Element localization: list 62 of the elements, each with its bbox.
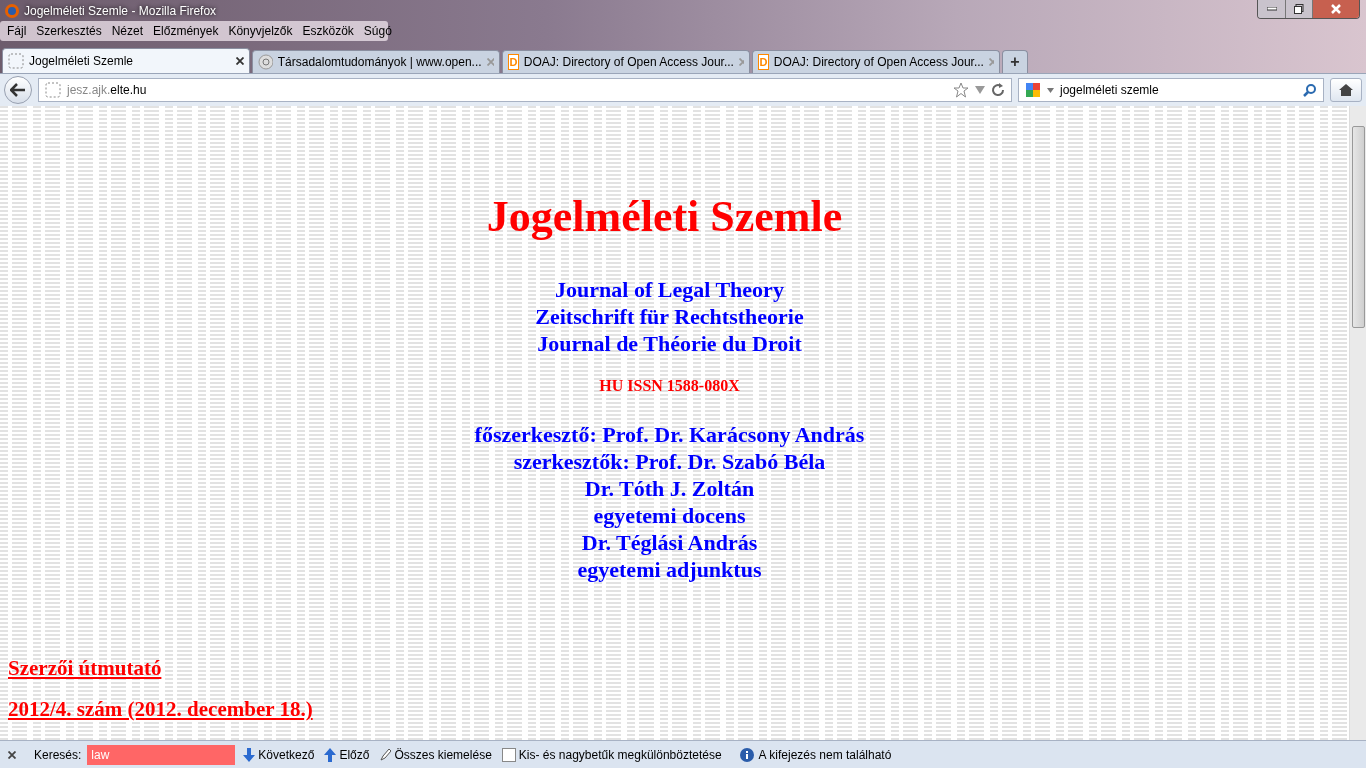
back-arrow-icon [10, 83, 26, 97]
journal-subtitle: Journal de Théorie du Droit [537, 330, 802, 357]
search-field[interactable]: jogelméleti szemle [1018, 78, 1324, 102]
previous-button[interactable]: Előző [322, 747, 372, 762]
dropdown-arrow-icon[interactable] [975, 86, 985, 94]
new-tab-button[interactable]: + [1002, 50, 1028, 73]
pen-icon [379, 747, 392, 762]
reload-icon[interactable] [991, 83, 1005, 97]
editor-line: egyetemi docens [593, 502, 746, 529]
next-button[interactable]: Következő [241, 747, 317, 762]
journal-subtitle: Journal of Legal Theory [555, 276, 784, 303]
close-button[interactable] [1312, 0, 1359, 18]
menu-item[interactable]: Szerkesztés [31, 24, 107, 38]
scrollbar-thumb[interactable] [1351, 126, 1365, 328]
minimize-icon [1266, 7, 1277, 11]
vertical-scrollbar[interactable] [1349, 106, 1366, 740]
menu-item[interactable]: Nézet [106, 24, 149, 38]
page-link[interactable]: 2012/4. szám (2012. december 18.) [8, 697, 313, 722]
editor-line: szerkesztők: Prof. Dr. Szabó Béla [513, 448, 826, 475]
browser-tab[interactable]: Jogelméleti Szemle [2, 48, 250, 73]
down-arrow-icon [243, 747, 256, 762]
menu-item[interactable]: Fájl [2, 24, 32, 38]
back-button[interactable] [4, 76, 32, 104]
address-field[interactable]: jesz.ajk.elte.hu [38, 78, 1012, 102]
firefox-logo-icon [4, 2, 20, 19]
menu-item[interactable]: Eszközök [297, 24, 359, 38]
menu-item[interactable]: Előzmények [148, 24, 224, 38]
find-label: Keresés: [34, 747, 82, 762]
restore-button[interactable] [1285, 0, 1312, 18]
dropdown-arrow-icon[interactable] [1047, 87, 1054, 93]
match-case-checkbox[interactable]: Kis- és nagybetűk megkülönböztetése [499, 747, 724, 762]
up-arrow-icon [324, 747, 337, 762]
home-icon [1338, 83, 1354, 97]
close-find-bar-button[interactable] [6, 750, 18, 759]
browser-tab[interactable]: D DOAJ: Directory of Open Access Jour... [502, 50, 750, 73]
close-icon [1331, 4, 1341, 14]
star-icon[interactable] [953, 82, 969, 98]
page-link[interactable]: Szerzői útmutató [8, 656, 162, 681]
close-icon [8, 750, 16, 759]
browser-tab[interactable]: Társadalomtudományok | www.open... [252, 50, 500, 73]
restore-icon [1294, 4, 1304, 14]
highlight-all-button[interactable]: Összes kiemelése [377, 747, 494, 762]
search-icon[interactable] [1303, 83, 1317, 97]
menu-item[interactable]: Súgó [358, 24, 397, 38]
journal-title: Jogelméleti Szemle [486, 192, 843, 242]
doaj-logo-icon: D [508, 54, 519, 70]
blank-page-icon [8, 53, 24, 69]
issn-text: HU ISSN 1588-080X [599, 377, 740, 395]
browser-tab[interactable]: D DOAJ: Directory of Open Access Jour... [752, 50, 1000, 73]
editor-line: Dr. Tóth J. Zoltán [584, 475, 755, 502]
home-button[interactable] [1330, 78, 1362, 102]
blank-page-icon [45, 82, 61, 98]
editor-line: főszerkesztő: Prof. Dr. Karácsony András [474, 421, 865, 448]
info-icon [739, 747, 754, 762]
editor-line: Dr. Téglási András [581, 529, 758, 556]
doaj-logo-icon: D [758, 54, 769, 70]
menu-item[interactable]: Könyvjelzők [223, 24, 298, 38]
find-status-text: A kifejezés nem található [758, 747, 892, 762]
search-engine-logo-icon [1025, 82, 1041, 98]
journal-subtitle: Zeitschrift für Rechtstheorie [535, 303, 804, 330]
editor-line: egyetemi adjunktus [577, 556, 762, 583]
window-title: Jogelméleti Szemle - Mozilla Firefox [24, 3, 218, 18]
